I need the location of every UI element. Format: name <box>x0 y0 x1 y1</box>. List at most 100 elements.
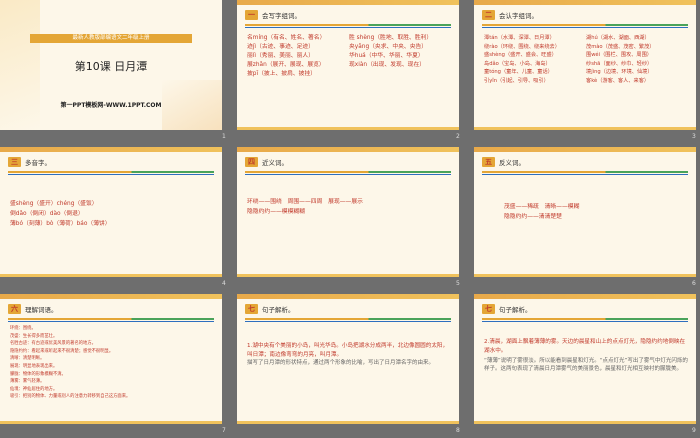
slide-thumbnail-1[interactable]: 最新人教版部编语文二年级上册 第10课 日月潭 第一PPT模板网-WWW.1PP… <box>0 0 222 130</box>
bottom-stripe <box>474 274 696 277</box>
list-item: 隐隐约约——清清楚楚 <box>504 214 562 220</box>
list-item: 倒dǎo（倒闭）dào（倒退） <box>10 211 84 217</box>
bottom-stripe <box>474 421 696 424</box>
slide-number: 3 <box>692 133 696 140</box>
slide-thumbnail-8[interactable]: 七句子解析。 1.湖中央有个美丽的小岛，叫光华岛。小岛把湖水分成两半，北边像圆圆… <box>237 294 459 424</box>
section-badge: 五 <box>482 157 495 167</box>
definition-list: 环绕：围绕。 茂盛：生长得多而茁壮。 名胜古迹：有古迹或优美风景的著名的地方。 … <box>10 325 214 401</box>
slide-heading: 七句子解析。 <box>245 304 295 314</box>
list-item: 吸引：把别的物体、力量或别人的注意力转移到自己这方面来。 <box>10 394 131 400</box>
heading-text: 近义词。 <box>262 159 288 167</box>
heading-text: 句子解析。 <box>499 306 532 314</box>
list-item: 名míng（有名、姓名、著名） <box>247 35 326 41</box>
slide-thumbnail-4[interactable]: 三多音字。 盛shèng（盛开）chéng（盛饭） 倒dǎo（倒闭）dào（倒退… <box>0 147 222 277</box>
divider <box>482 318 688 320</box>
analysis-note: 描写了日月潭的形状特点，通过两个形象的比喻，写出了日月潭名字的由来。 <box>247 360 435 366</box>
slide-heading: 一会写字组词。 <box>245 10 301 20</box>
slide-heading: 三多音字。 <box>8 157 51 167</box>
section-badge: 二 <box>482 10 495 20</box>
list-item: 童tóng（童年、儿童、童话） <box>484 69 553 76</box>
slide-heading: 四近义词。 <box>245 157 288 167</box>
textbook-band: 最新人教版部编语文二年级上册 <box>30 34 192 43</box>
slide-number: 1 <box>222 133 226 140</box>
list-item: 展现：明显地表现出来。 <box>10 363 58 369</box>
bottom-stripe <box>237 127 459 130</box>
bottom-stripe <box>237 421 459 424</box>
list-item: 展zhǎn（展开、展现、展览） <box>247 62 325 68</box>
list-item: 华huá（中华、华丽、华夏） <box>349 53 424 59</box>
list-item: 现xiàn（出现、发现、现在） <box>349 62 426 68</box>
quoted-sentence: 1.湖中央有个美丽的小岛，叫光华岛。小岛把湖水分成两半，北边像圆圆的太阳，叫日潭… <box>247 343 449 358</box>
list-item: 胜 shèng（胜地、取胜、胜利） <box>349 35 433 41</box>
list-item: 岛dǎo（宝岛、小岛、海岛） <box>484 60 551 67</box>
divider <box>245 318 451 320</box>
lesson-title: 第10课 日月潭 <box>74 60 148 73</box>
divider <box>245 24 451 26</box>
section-badge: 三 <box>8 157 21 167</box>
list-item: 环绕——围绕 周围——四周 展现——展示 <box>247 199 363 205</box>
list-item: 盛shèng（盛开）chéng（盛饭） <box>10 201 98 207</box>
cover-subtitle: 第一PPT模板网-WWW.1PPT.COM <box>60 102 162 109</box>
slide-heading: 六理解词语。 <box>8 304 58 314</box>
section-badge: 六 <box>8 304 21 314</box>
list-item: 名胜古迹：有古迹或优美风景的著名的地方。 <box>10 341 96 347</box>
top-stripe <box>0 147 222 152</box>
slide-heading: 七句子解析。 <box>482 304 532 314</box>
divider <box>482 24 688 26</box>
list-item: 境jìng（边境、环境、仙境） <box>586 69 653 76</box>
top-stripe <box>474 147 696 152</box>
slide-number: 6 <box>692 280 696 287</box>
slide-thumbnail-2[interactable]: 一会写字组词。 名míng（有名、姓名、著名） 迹jì（古迹、事迹、足迹） 丽l… <box>237 0 459 130</box>
top-stripe <box>474 294 696 299</box>
list-item: 仙境：神仙居住的地方。 <box>10 386 58 392</box>
slide-thumbnail-5[interactable]: 四近义词。 环绕——围绕 周围——四周 展现——展示 隐隐约约——模模糊糊 <box>237 147 459 277</box>
section-badge: 一 <box>245 10 258 20</box>
list-item: 茂盛——稀疏 清晰——模糊 <box>504 204 580 210</box>
list-item: 薄雾：雾气轻薄。 <box>10 379 45 385</box>
list-item: 央yāng（央求、中央、央告） <box>349 44 428 50</box>
top-stripe <box>474 0 696 5</box>
divider <box>245 174 451 175</box>
divider <box>8 174 214 175</box>
word-list: 名míng（有名、姓名、著名） 迹jì（古迹、事迹、足迹） 丽lì（秀丽、美丽、… <box>247 34 451 79</box>
divider <box>245 321 451 322</box>
slide-thumbnail-6[interactable]: 五反义词。 茂盛——稀疏 清晰——模糊 隐隐约约——清清楚楚 <box>474 147 696 277</box>
list-item: 引yǐn（引起、引导、吸引） <box>484 77 549 84</box>
divider <box>8 171 214 173</box>
list-item: 清晰：清楚明晰。 <box>10 356 45 362</box>
divider <box>482 171 688 173</box>
divider <box>482 174 688 175</box>
analysis-note: “薄薄”说明了雾很淡。所以能看到晨星和灯光。“点点灯光”写出了雾气中灯光闪烁的样… <box>484 358 688 372</box>
slide-thumbnail-3[interactable]: 二会认字组词。 潭tán（水潭、深潭、日月潭） 绕rào（环绕、围绕、绕来绕去）… <box>474 0 696 130</box>
slide-number: 7 <box>222 427 226 434</box>
slide-number: 8 <box>456 427 460 434</box>
list-item: 披pī（披上、披肩、披挂） <box>247 71 317 77</box>
list-item: 围wéi（围栏、围攻、周围） <box>586 52 652 59</box>
divider <box>482 27 688 28</box>
slide-thumbnail-7[interactable]: 六理解词语。 环绕：围绕。 茂盛：生长得多而茁壮。 名胜古迹：有古迹或优美风景的… <box>0 294 222 424</box>
bottom-stripe <box>237 274 459 277</box>
slide-heading: 五反义词。 <box>482 157 525 167</box>
slide-number: 2 <box>456 133 460 140</box>
list-item: 湖hú（湖水、湖面、西湖） <box>586 35 650 41</box>
divider <box>482 321 688 322</box>
quoted-sentence: 2.清晨，湖面上飘着薄薄的雾。天边的晨星和山上的点点灯光，隐隐约约地倒映在湖水中… <box>484 339 686 354</box>
slide-number: 9 <box>692 427 696 434</box>
top-stripe <box>237 294 459 299</box>
slide-thumbnail-9[interactable]: 七句子解析。 2.清晨，湖面上飘着薄薄的雾。天边的晨星和山上的点点灯光，隐隐约约… <box>474 294 696 424</box>
list-item: 客kè（游客、客人、来客） <box>586 77 650 84</box>
divider <box>8 321 214 322</box>
sentence-analysis: 1.湖中央有个美丽的小岛，叫光华岛。小岛把湖水分成两半，北边像圆圆的太阳，叫日潭… <box>247 342 451 367</box>
list-item: 茂mào（茂盛、茂密、繁茂） <box>586 43 655 50</box>
slide-heading: 二会认字组词。 <box>482 10 538 20</box>
word-list: 茂盛——稀疏 清晰——模糊 隐隐约约——清清楚楚 <box>504 202 688 222</box>
bottom-stripe <box>0 274 222 277</box>
heading-text: 句子解析。 <box>262 306 295 314</box>
list-item: 隐隐约约：看起来或听起来不很清楚；感觉不很明显。 <box>10 348 114 354</box>
heading-text: 反义词。 <box>499 159 525 167</box>
heading-text: 多音字。 <box>25 159 51 167</box>
word-list: 盛shèng（盛开）chéng（盛饭） 倒dǎo（倒闭）dào（倒退） 薄bó（… <box>10 199 214 229</box>
list-item: 朦胧：物体的形象模糊不清。 <box>10 371 66 377</box>
heading-text: 会认字组词。 <box>499 12 538 20</box>
word-list: 潭tán（水潭、深潭、日月潭） 绕rào（环绕、围绕、绕来绕去） 盛shèng（… <box>484 34 688 86</box>
